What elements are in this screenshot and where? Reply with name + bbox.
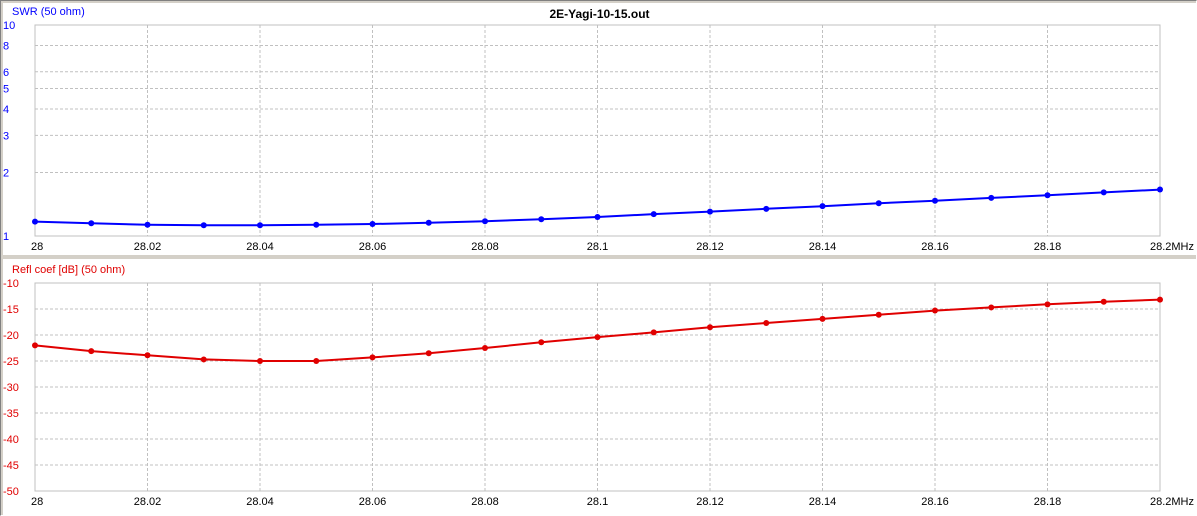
data-point [1157,296,1163,303]
x-tick-label: 28.02 [134,496,162,508]
x-tick-label: 28.1 [587,241,608,253]
data-point [763,205,770,212]
x-tick-label: 28.02 [134,241,162,253]
data-point [369,354,376,361]
x-tick-label: 28.2MHz [1150,496,1194,508]
data-point [538,216,545,223]
data-point [425,219,432,226]
x-tick-label: 28.16 [921,496,949,508]
data-point [594,214,601,221]
data-point [482,345,488,351]
y-tick-label: 6 [3,67,9,79]
data-point [1044,192,1051,199]
y-tick-label: 2 [3,167,9,179]
y-tick-label: -50 [3,486,19,498]
y-tick-label: 5 [3,84,9,96]
swr-plot: 28 28.02 28.04 28.06 28.08 28.1 28.12 28.14 28.1… [3,20,1194,253]
y-tick-label: 10 [3,20,15,32]
data-point [144,221,151,228]
x-tick-label: 28.2MHz [1150,241,1194,253]
x-tick-label: 28.12 [696,241,724,253]
x-tick-label: 28.04 [246,241,274,253]
x-tick-label: 28.14 [809,241,837,253]
x-tick-label: 28.08 [471,241,499,253]
x-tick-label: 28.18 [1034,496,1062,508]
x-tick-label: 28.18 [1034,241,1062,253]
data-point [88,220,95,227]
x-tick-label: 28.14 [809,496,837,508]
data-point [538,339,545,346]
data-point [32,218,38,225]
data-point [819,315,826,322]
data-point [650,329,657,336]
data-point [313,221,320,228]
data-point [1157,186,1163,193]
x-tick-label: 28.1 [587,496,608,508]
y-tick-label: -25 [3,356,19,368]
x-tick-label: 28.06 [359,496,387,508]
data-point [988,304,995,311]
swr-plot-panel: SWR (50 ohm) 2E-Yagi-10-15.out 28 28.02 28… [3,3,1196,255]
y-tick-label: 1 [3,231,9,243]
x-tick-label: 28.12 [696,496,724,508]
data-point [819,203,826,210]
data-point [707,324,713,331]
y-tick-label: -15 [3,304,19,316]
data-point [200,222,207,229]
data-point [482,218,488,225]
y-tick-label: -40 [3,434,19,446]
data-point [144,352,151,359]
y-tick-label: -20 [3,330,19,342]
x-tick-label: 28 [31,496,43,508]
data-point [594,334,601,341]
data-point [32,342,38,349]
data-point [200,356,207,363]
chart-window: SWR (50 ohm) 2E-Yagi-10-15.out 28 28.02 28… [0,0,1197,516]
data-point [988,194,995,201]
y-tick-label: 4 [3,104,9,116]
data-point [707,208,713,215]
data-point [932,197,938,204]
data-point [257,358,263,364]
data-point [257,222,263,229]
y-tick-label: 8 [3,40,9,52]
data-point [1100,298,1107,305]
data-point [88,348,95,355]
x-tick-label: 28.06 [359,241,387,253]
x-tick-label: 28 [31,241,43,253]
refl-plot-panel: Refl coef [dB] (50 ohm) 28 28.02 28.04 28.0… [3,259,1196,515]
y-tick-label: -45 [3,460,19,472]
data-point [650,211,657,218]
y-tick-label: 3 [3,130,9,142]
x-tick-label: 28.08 [471,496,499,508]
y-tick-label: -30 [3,382,19,394]
data-point [763,320,770,327]
data-point [875,311,882,318]
refl-plot: 28 28.02 28.04 28.06 28.08 28.1 28.12 28.14 28.1… [3,278,1194,508]
data-point [313,358,320,364]
data-point [932,307,938,314]
x-tick-label: 28.16 [921,241,949,253]
data-point [1044,301,1051,308]
data-point [1100,189,1107,196]
data-point [875,200,882,207]
data-point [369,220,376,227]
y-tick-label: -35 [3,408,19,420]
x-tick-label: 28.04 [246,496,274,508]
y-tick-label: -10 [3,278,19,290]
data-point [425,350,432,357]
